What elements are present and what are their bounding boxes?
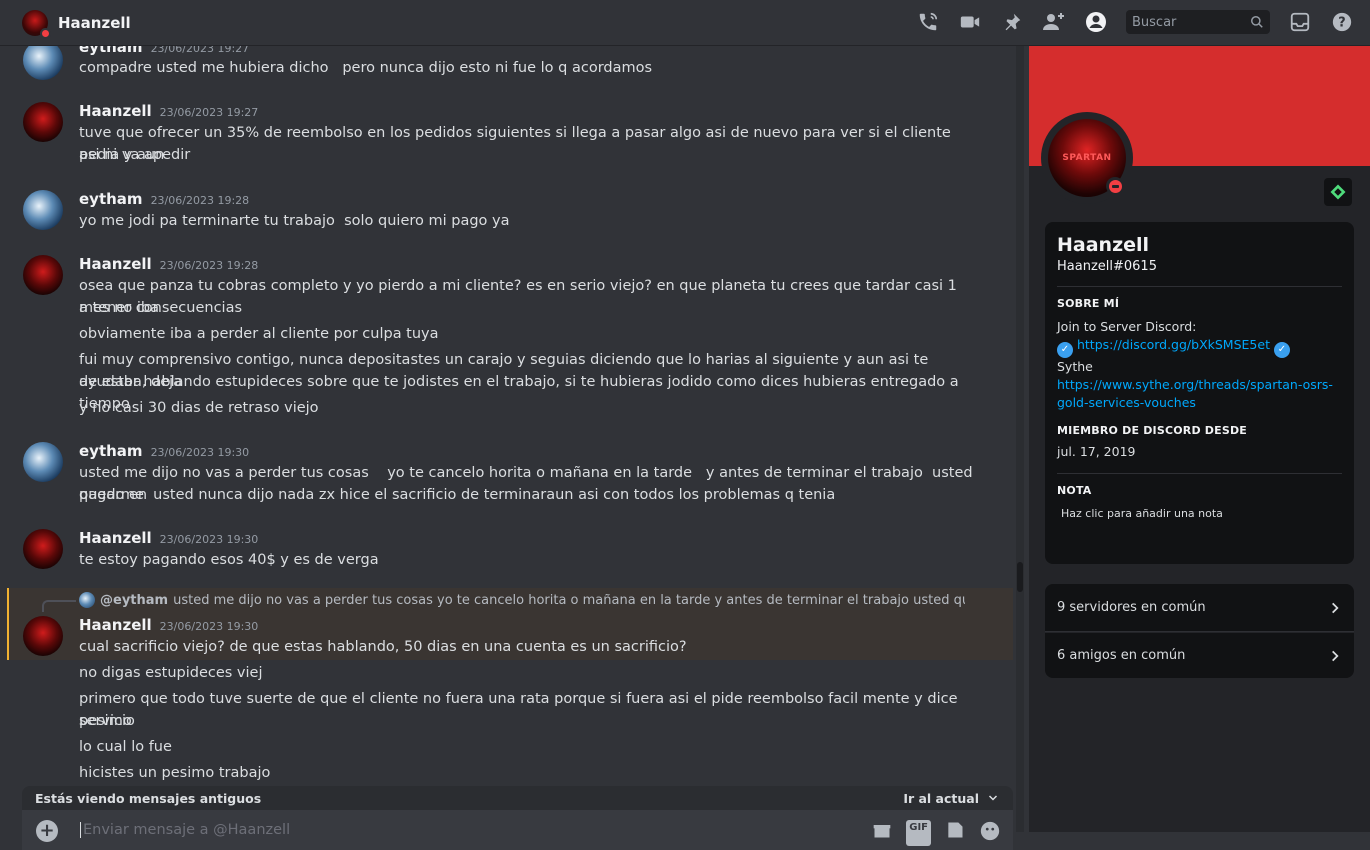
help-icon[interactable]: ? xyxy=(1330,10,1354,34)
reply-text: usted me dijo no vas a perder tus cosas … xyxy=(173,592,965,608)
message-text: asi ni va apedir xyxy=(79,147,191,163)
author-name[interactable]: eytham xyxy=(79,46,143,56)
about-line: Sythe xyxy=(1057,359,1093,374)
nitro-badge-icon[interactable] xyxy=(1324,178,1352,206)
message-input[interactable] xyxy=(80,822,780,838)
author-name[interactable]: Haanzell xyxy=(79,529,152,547)
mutual-friends-button[interactable]: 6 amigos en común xyxy=(1045,633,1354,678)
verified-icon: ✓ xyxy=(1057,342,1073,358)
avatar-logo-text: SPARTAN xyxy=(1062,153,1112,163)
about-line: Join to Server Discord: xyxy=(1057,319,1197,334)
reply-avatar xyxy=(79,592,95,608)
timestamp: 23/06/2023 19:30 xyxy=(159,533,259,546)
jump-to-present-button[interactable]: Ir al actual xyxy=(903,791,999,806)
user-avatar[interactable] xyxy=(23,442,63,482)
timestamp: 23/06/2023 19:27 xyxy=(150,46,250,55)
old-messages-text: Estás viendo mensajes antiguos xyxy=(35,790,262,806)
message-text: lo cual lo fue xyxy=(79,739,172,755)
author-name[interactable]: Haanzell xyxy=(79,255,152,273)
author-name[interactable]: eytham xyxy=(79,442,143,460)
sticker-icon[interactable] xyxy=(945,820,965,846)
channel-header: Haanzell ? xyxy=(0,0,1370,46)
chevron-right-icon xyxy=(1332,602,1339,613)
author-name[interactable]: eytham xyxy=(79,190,143,208)
profile-tag[interactable]: Haanzell#0615 xyxy=(1057,259,1342,274)
user-profile-panel: SPARTAN Haanzell Haanzell#0615 SOBRE MÍ … xyxy=(1029,46,1370,832)
dm-avatar[interactable] xyxy=(22,9,51,39)
timestamp: 23/06/2023 19:28 xyxy=(150,194,250,207)
svg-text:?: ? xyxy=(1338,16,1345,31)
user-avatar[interactable] xyxy=(23,255,63,295)
add-member-icon[interactable] xyxy=(1042,10,1066,34)
profile-card: Haanzell Haanzell#0615 SOBRE MÍ Join to … xyxy=(1045,222,1354,564)
user-avatar[interactable] xyxy=(23,529,63,569)
note-heading: NOTA xyxy=(1057,484,1092,497)
sythe-link[interactable]: https://www.sythe.org/threads/spartan-os… xyxy=(1057,376,1342,412)
user-avatar[interactable] xyxy=(23,616,63,656)
chevron-right-icon xyxy=(1332,650,1339,661)
message-composer: + GIF xyxy=(22,810,1013,850)
dnd-status-icon xyxy=(1106,177,1124,195)
gif-icon[interactable]: GIF xyxy=(906,820,931,846)
search-box[interactable] xyxy=(1126,10,1270,34)
sythe-link-line[interactable]: gold-services-vouches xyxy=(1057,395,1196,410)
reply-author[interactable]: @eytham xyxy=(100,593,168,608)
mutual-friends-label: 6 amigos en común xyxy=(1057,648,1186,663)
search-input[interactable] xyxy=(1132,14,1242,30)
message-text: pagarme usted nunca dijo nada zx hice el… xyxy=(79,487,836,503)
reply-preview[interactable]: @eytham usted me dijo no vas a perder tu… xyxy=(79,592,965,608)
member-since-heading: MIEMBRO DE DISCORD DESDE xyxy=(1057,424,1248,437)
pin-icon[interactable] xyxy=(1000,10,1024,34)
verified-icon: ✓ xyxy=(1273,342,1290,358)
reply-spine xyxy=(42,600,76,612)
timestamp: 23/06/2023 19:28 xyxy=(159,259,259,272)
timestamp: 23/06/2023 19:30 xyxy=(150,446,250,459)
message-text: servicio xyxy=(79,713,135,729)
timestamp: 23/06/2023 19:30 xyxy=(159,620,259,633)
sythe-link-line[interactable]: https://www.sythe.org/threads/spartan-os… xyxy=(1057,377,1333,392)
message-text: obviamente iba a perder al cliente por c… xyxy=(79,326,439,342)
user-avatar[interactable] xyxy=(23,46,63,80)
dnd-status-icon xyxy=(40,27,51,39)
author-name[interactable]: Haanzell xyxy=(79,102,152,120)
message-text: hicistes un pesimo trabajo xyxy=(79,765,271,781)
jump-label: Ir al actual xyxy=(903,790,979,806)
chevron-down-icon xyxy=(988,795,998,801)
call-icon[interactable] xyxy=(916,10,940,34)
author-name[interactable]: Haanzell xyxy=(79,616,152,634)
user-avatar[interactable] xyxy=(23,102,63,142)
message-text: compadre usted me hubiera dicho pero nun… xyxy=(79,60,653,76)
about-heading: SOBRE MÍ xyxy=(1057,297,1120,310)
message-text: y no casi 30 dias de retraso viejo xyxy=(79,400,319,416)
emoji-icon[interactable] xyxy=(979,820,1001,846)
timestamp: 23/06/2023 19:27 xyxy=(159,106,259,119)
video-icon[interactable] xyxy=(958,10,982,34)
message-text: yo me jodi pa terminarte tu trabajo solo… xyxy=(79,213,510,229)
profile-toggle-icon[interactable] xyxy=(1084,10,1108,34)
message-text: te estoy pagando esos 40$ y es de verga xyxy=(79,552,379,568)
user-avatar[interactable] xyxy=(23,190,63,230)
discord-invite-link[interactable]: https://discord.gg/bXkSMSE5et xyxy=(1077,337,1270,352)
old-messages-bar: Estás viendo mensajes antiguos Ir al act… xyxy=(22,786,1013,810)
chat-scrollbar[interactable] xyxy=(1016,46,1024,832)
message-text: no digas estupideces viej xyxy=(79,665,263,681)
chat-scrollbar-thumb[interactable] xyxy=(1017,562,1023,592)
attach-plus-icon[interactable]: + xyxy=(36,820,58,842)
member-since-date: jul. 17, 2019 xyxy=(1057,444,1136,459)
mutual-servers-button[interactable]: 9 servidores en común xyxy=(1045,584,1354,632)
message-text: a tener consecuencias xyxy=(79,300,243,316)
message-list: eytham 23/06/2023 19:27 compadre usted me… xyxy=(0,46,1013,832)
channel-title: Haanzell xyxy=(58,13,131,32)
gift-icon[interactable] xyxy=(872,820,892,846)
mutual-servers-label: 9 servidores en común xyxy=(1057,600,1206,615)
profile-name: Haanzell xyxy=(1057,234,1150,256)
search-icon xyxy=(1251,16,1263,28)
message-text: cual sacrificio viejo? de que estas habl… xyxy=(79,639,687,655)
note-input[interactable]: Haz clic para añadir una nota xyxy=(1057,507,1342,520)
about-link-row: ✓ https://discord.gg/bXkSMSE5et ✓ xyxy=(1057,336,1342,358)
inbox-icon[interactable] xyxy=(1288,10,1312,34)
